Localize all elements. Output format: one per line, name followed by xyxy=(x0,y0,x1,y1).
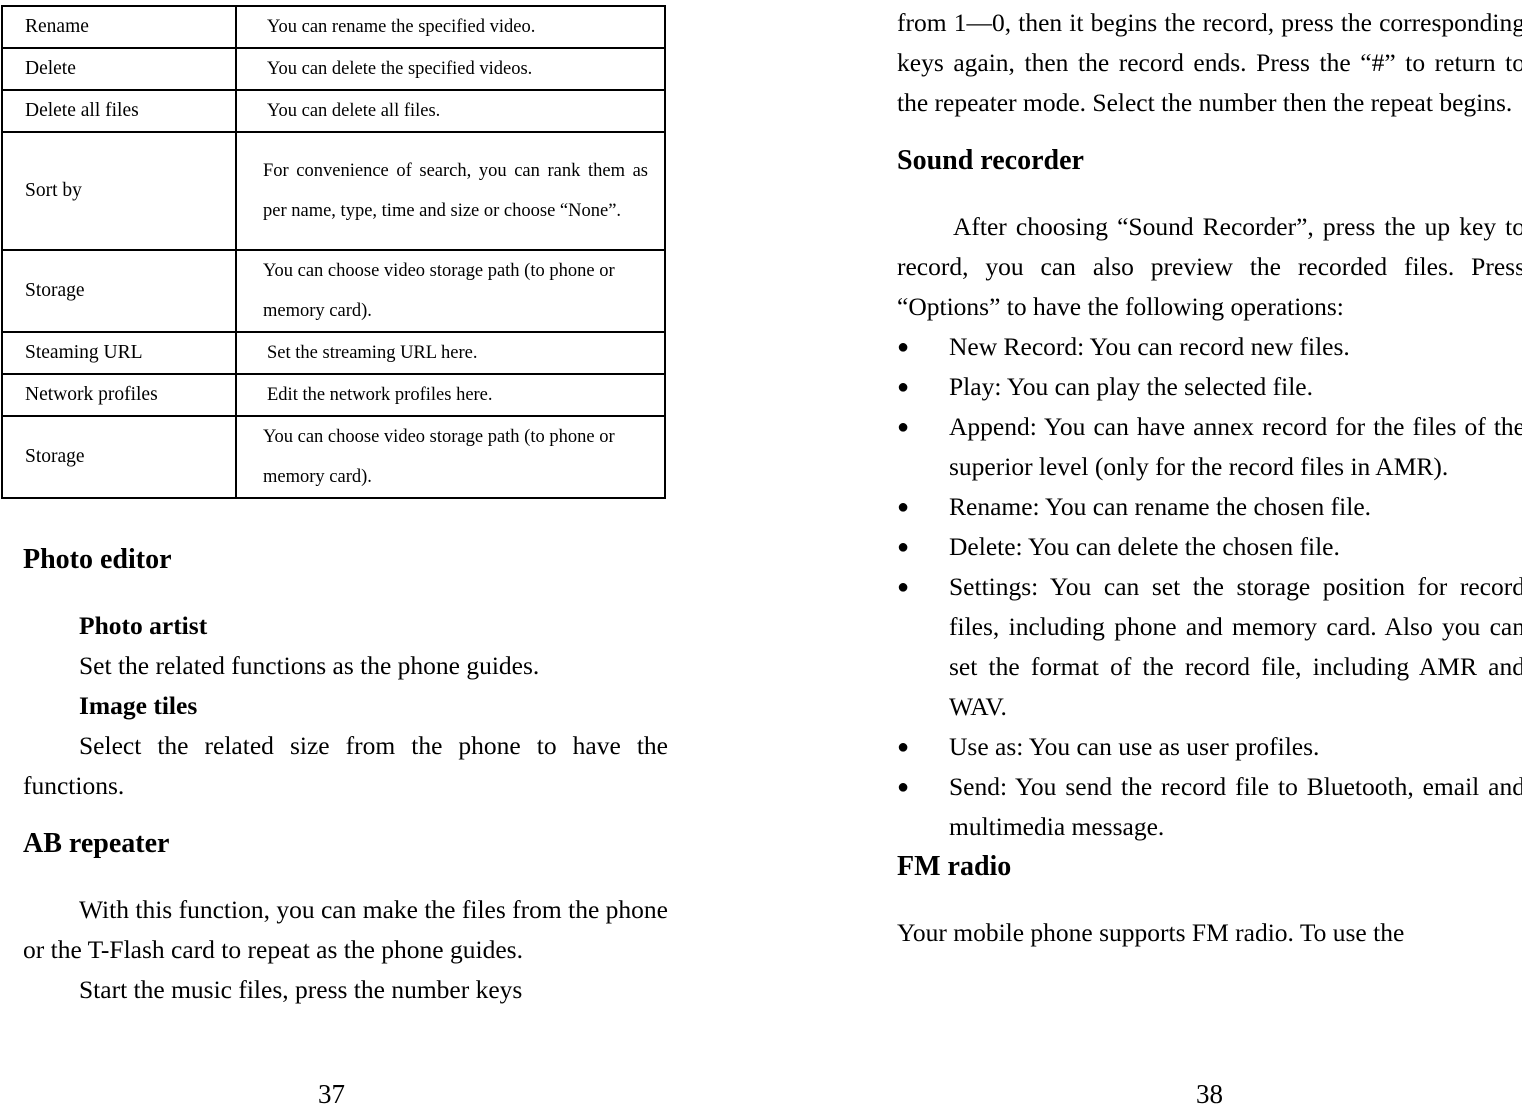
heading-fm-radio: FM radio xyxy=(897,851,1012,882)
bullet-icon: ● xyxy=(897,576,910,598)
table-cell-key: Storage xyxy=(1,249,237,333)
page-left: Rename You can rename the specified vide… xyxy=(0,0,760,1116)
table-row: Delete You can delete the specified vide… xyxy=(1,47,666,91)
subheading-photo-artist: Photo artist xyxy=(79,611,208,640)
list-item: ● New Record: You can record new files. xyxy=(897,327,1522,367)
paragraph-continued: from 1—0, then it begins the record, pre… xyxy=(897,8,1522,117)
table-row: Delete all files You can delete all file… xyxy=(1,89,666,133)
list-item-label: Append: You can have annex record for th… xyxy=(949,412,1522,481)
list-item: ● Append: You can have annex record for t… xyxy=(897,407,1522,487)
paragraph-image-tiles-body: Select the related size from the phone t… xyxy=(23,731,668,800)
heading-ab-repeater: AB repeater xyxy=(23,828,170,859)
bullet-icon: ● xyxy=(897,416,910,438)
list-item: ● Settings: You can set the storage posit… xyxy=(897,567,1522,727)
bullet-icon: ● xyxy=(897,376,910,398)
heading-sound-recorder: Sound recorder xyxy=(897,145,1084,176)
table-cell-value: Edit the network profiles here. xyxy=(235,373,666,417)
list-item: ● Send: You send the record file to Bluet… xyxy=(897,767,1522,847)
right-page-body: from 1—0, then it begins the record, pre… xyxy=(897,3,1522,953)
heading-photo-editor: Photo editor xyxy=(23,544,172,575)
list-item-label: New Record: You can record new files. xyxy=(949,332,1350,361)
list-item: ● Rename: You can rename the chosen file. xyxy=(897,487,1522,527)
table-cell-key: Delete all files xyxy=(1,89,237,133)
page-right: from 1—0, then it begins the record, pre… xyxy=(760,0,1522,1116)
sound-recorder-options-list: ● New Record: You can record new files. ●… xyxy=(897,327,1522,847)
table-cell-key: Steaming URL xyxy=(1,331,237,375)
page-number-right: 38 xyxy=(1196,1079,1223,1109)
table-cell-key: Network profiles xyxy=(1,373,237,417)
bullet-icon: ● xyxy=(897,336,910,358)
paragraph-ab-repeater-1: With this function, you can make the fil… xyxy=(23,895,668,964)
table-cell-value: For convenience of search, you can rank … xyxy=(235,131,666,251)
table-row: Sort by For convenience of search, you c… xyxy=(1,131,666,251)
bullet-icon: ● xyxy=(897,536,910,558)
list-item: ● Use as: You can use as user profiles. xyxy=(897,727,1522,767)
table-row: Storage You can choose video storage pat… xyxy=(1,249,666,333)
table-row: Storage You can choose video storage pat… xyxy=(1,415,666,499)
table-cell-value: You can delete all files. xyxy=(235,89,666,133)
table-row: Steaming URL Set the streaming URL here. xyxy=(1,331,666,375)
table-row: Rename You can rename the specified vide… xyxy=(1,5,666,49)
page-number-left: 37 xyxy=(318,1079,345,1109)
table-cell-value: You can rename the specified video. xyxy=(235,5,666,49)
left-page-body: Photo editor Photo artist Set the relate… xyxy=(23,540,668,1010)
list-item-label: Send: You send the record file to Blueto… xyxy=(949,772,1522,841)
table-cell-value: You can delete the specified videos. xyxy=(235,47,666,91)
paragraph-ab-repeater-2: Start the music files, press the number … xyxy=(79,975,523,1004)
bullet-icon: ● xyxy=(897,736,910,758)
list-item-label: Play: You can play the selected file. xyxy=(949,372,1313,401)
list-item-label: Rename: You can rename the chosen file. xyxy=(949,492,1372,521)
subheading-image-tiles: Image tiles xyxy=(79,691,198,720)
paragraph-sound-recorder-intro: After choosing “Sound Recorder”, press t… xyxy=(897,212,1522,321)
bullet-icon: ● xyxy=(897,776,910,798)
table-row: Network profiles Edit the network profil… xyxy=(1,373,666,417)
list-item-label: Use as: You can use as user profiles. xyxy=(949,732,1320,761)
paragraph-fm-radio-1: Your mobile phone supports FM radio. To … xyxy=(897,918,1405,947)
table-cell-key: Sort by xyxy=(1,131,237,251)
table-cell-key: Rename xyxy=(1,5,237,49)
table-cell-value: You can choose video storage path (to ph… xyxy=(235,249,666,333)
table-cell-key: Delete xyxy=(1,47,237,91)
table-cell-value: Set the streaming URL here. xyxy=(235,331,666,375)
table-body: Rename You can rename the specified vide… xyxy=(1,5,666,499)
paragraph-photo-artist-body: Set the related functions as the phone g… xyxy=(79,651,540,680)
list-item-label: Settings: You can set the storage positi… xyxy=(949,572,1522,721)
list-item-label: Delete: You can delete the chosen file. xyxy=(949,532,1340,561)
table-cell-key: Storage xyxy=(1,415,237,499)
list-item: ● Delete: You can delete the chosen file. xyxy=(897,527,1522,567)
table-cell-value: You can choose video storage path (to ph… xyxy=(235,415,666,499)
video-options-table: Rename You can rename the specified vide… xyxy=(1,5,666,499)
bullet-icon: ● xyxy=(897,496,910,518)
list-item: ● Play: You can play the selected file. xyxy=(897,367,1522,407)
